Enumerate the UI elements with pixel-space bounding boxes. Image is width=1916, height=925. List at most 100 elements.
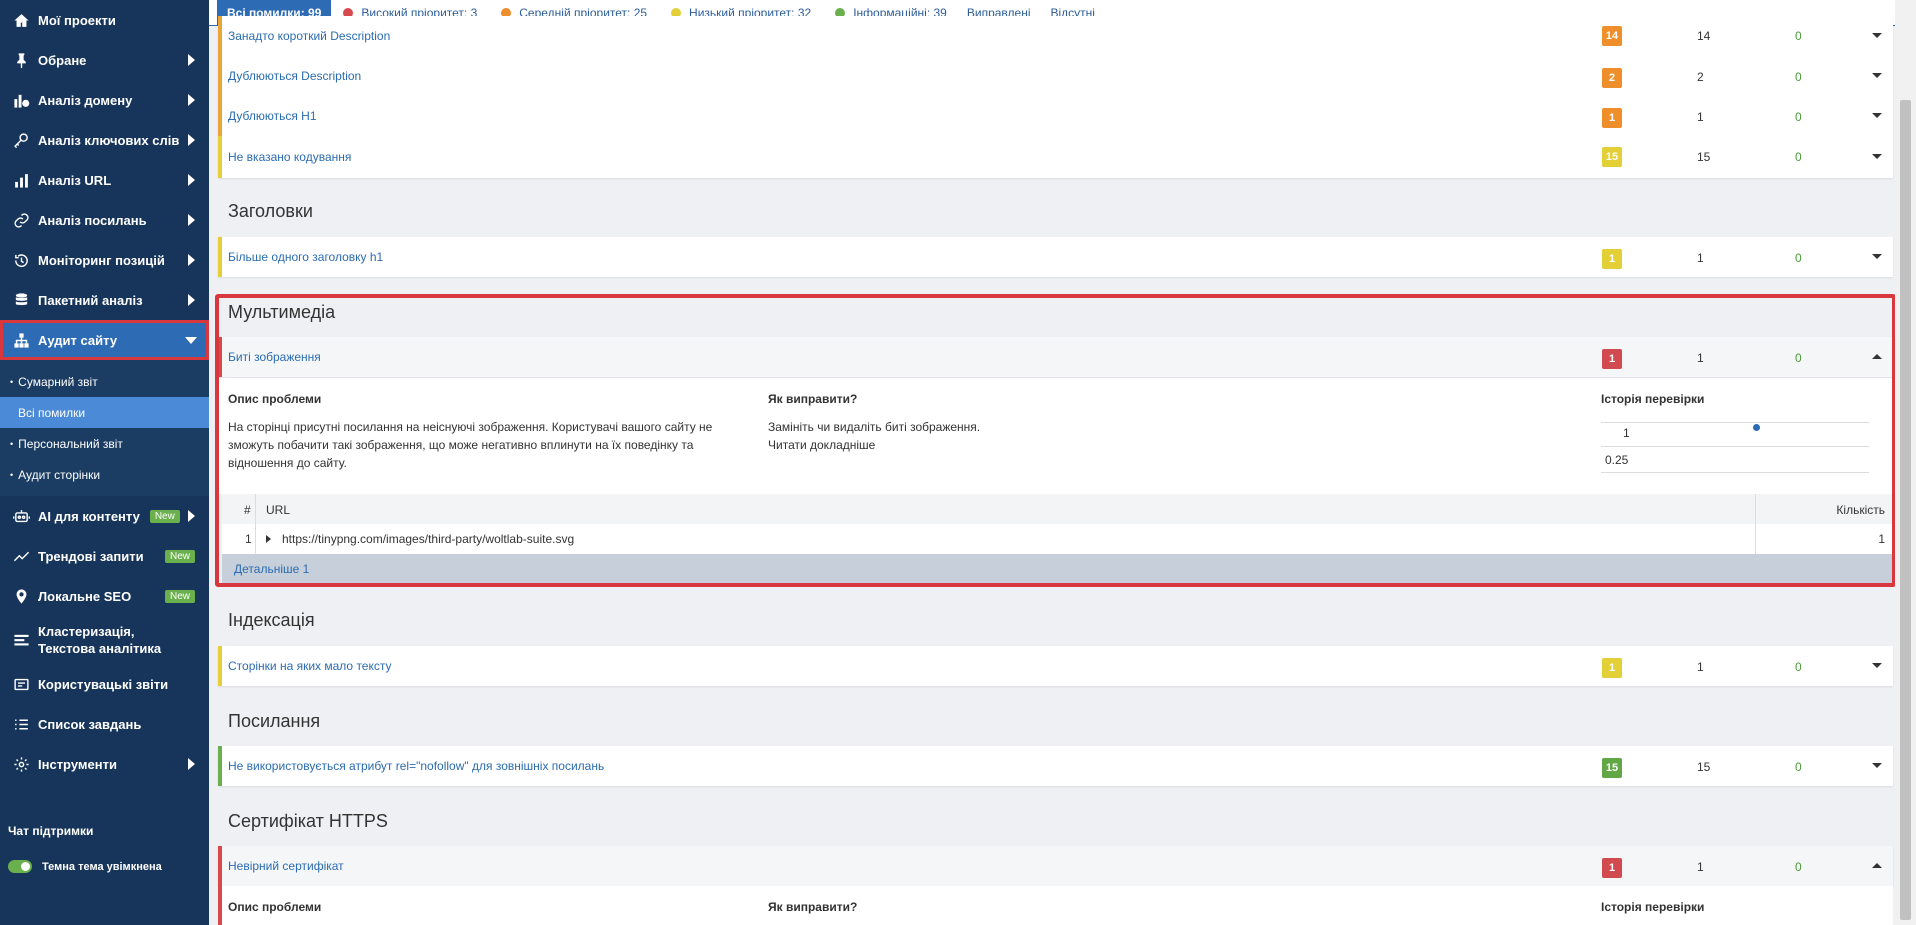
- error-title-link[interactable]: Дублюються H1: [228, 109, 317, 123]
- sidebar-item-domain-analysis[interactable]: Аналіз домену: [0, 80, 209, 120]
- error-title-link[interactable]: Дублюються Description: [228, 69, 361, 83]
- error-row[interactable]: Не вказано кодування 15 15 0: [218, 136, 1893, 178]
- error-fixed: 0: [1795, 860, 1802, 874]
- sidebar-item-label: Локальне SEO: [38, 588, 132, 604]
- error-row[interactable]: Сторінки на яких мало тексту 1 1 0: [218, 646, 1893, 686]
- pin-icon: [12, 51, 30, 69]
- subnav-all-errors[interactable]: Всі помилки: [0, 397, 209, 428]
- sidebar-item-label: Трендові запити: [38, 548, 144, 564]
- robot-icon: [12, 507, 30, 525]
- section-title-headers: Заголовки: [228, 201, 313, 221]
- error-fixed: 0: [1795, 29, 1802, 43]
- gear-icon: [12, 755, 30, 773]
- error-total: 1: [1697, 110, 1704, 124]
- new-badge: New: [164, 589, 195, 603]
- support-chat-link[interactable]: Чат підтримки: [8, 824, 93, 838]
- sidebar-item-link-analysis[interactable]: Аналіз посилань: [0, 200, 209, 240]
- sidebar-item-batch-analysis[interactable]: Пакетний аналіз: [0, 280, 209, 320]
- sidebar-item-custom-reports[interactable]: Користувацькі звіти: [0, 664, 209, 704]
- sidebar-item-keyword-analysis[interactable]: Аналіз ключових слів: [0, 120, 209, 160]
- report-icon: [12, 675, 30, 693]
- error-total: 14: [1697, 29, 1711, 43]
- new-badge: New: [149, 509, 180, 523]
- database-icon: [12, 291, 30, 309]
- sidebar-item-trending-queries[interactable]: Трендові запити New: [0, 536, 209, 576]
- expand-caret-icon[interactable]: [1872, 33, 1882, 38]
- sidebar-item-ai-content[interactable]: AI для контенту New: [0, 496, 209, 536]
- error-row[interactable]: Більше одного заголовку h1 1 1 0: [218, 237, 1893, 277]
- error-count-badge: 15: [1602, 758, 1622, 778]
- cluster-icon: [12, 631, 30, 649]
- expand-caret-icon[interactable]: [1872, 254, 1882, 259]
- section-title-indexing: Індексація: [228, 610, 315, 630]
- sidebar-item-label: AI для контенту: [38, 508, 140, 524]
- sidebar-item-label: Аналіз домену: [38, 92, 133, 108]
- expand-caret-icon[interactable]: [1872, 73, 1882, 78]
- sidebar-item-label: Аналіз ключових слів: [38, 132, 180, 148]
- error-title-link[interactable]: Занадто короткий Description: [228, 29, 390, 43]
- error-count-badge: 14: [1602, 26, 1622, 46]
- sidebar-item-local-seo[interactable]: Локальне SEO New: [0, 576, 209, 616]
- sidebar-item-site-audit[interactable]: Аудит сайту: [0, 320, 209, 360]
- error-total: 1: [1697, 251, 1704, 265]
- trend-icon: [12, 547, 30, 565]
- bar-chart-icon: [12, 171, 30, 189]
- page-scrollbar[interactable]: [1895, 0, 1916, 925]
- home-icon: [12, 11, 30, 29]
- section-title-https: Сертифікат HTTPS: [228, 811, 388, 831]
- sidebar-item-my-projects[interactable]: Мої проекти: [0, 0, 209, 40]
- sidebar-item-tools[interactable]: Інструменти: [0, 744, 209, 784]
- dark-theme-toggle[interactable]: Темна тема увімкнена: [8, 860, 162, 873]
- sidebar-item-label: Кластеризація, Текстова аналітика: [38, 624, 162, 656]
- error-row[interactable]: Занадто короткий Description 14 14 0: [218, 16, 1893, 56]
- error-count-badge: 1: [1602, 858, 1622, 878]
- error-fixed: 0: [1795, 110, 1802, 124]
- expand-caret-icon[interactable]: [1872, 113, 1882, 118]
- expand-caret-icon[interactable]: [1872, 763, 1882, 768]
- sidebar-item-label: Обране: [38, 52, 87, 68]
- expand-caret-icon[interactable]: [1872, 154, 1882, 159]
- sidebar-item-task-list[interactable]: Список завдань: [0, 704, 209, 744]
- toggle-switch[interactable]: [8, 860, 32, 873]
- error-row[interactable]: Дублюються H1 1 1 0: [218, 96, 1893, 136]
- error-total: 15: [1697, 760, 1711, 774]
- error-title-link[interactable]: Більше одного заголовку h1: [228, 250, 383, 264]
- expand-caret-icon[interactable]: [1872, 663, 1882, 668]
- error-title-link[interactable]: Сторінки на яких мало тексту: [228, 659, 392, 673]
- section-title-links: Посилання: [228, 711, 321, 731]
- sidebar-item-favorites[interactable]: Обране: [0, 40, 209, 80]
- domain-chart-icon: [12, 91, 30, 109]
- subnav-page-audit[interactable]: Аудит сторінки: [0, 459, 209, 490]
- error-fixed: 0: [1795, 760, 1802, 774]
- error-row[interactable]: Невірний сертифікат 1 1 0: [218, 846, 1893, 886]
- error-title-link[interactable]: Не використовується атрибут rel="nofollo…: [228, 759, 604, 773]
- error-fixed: 0: [1795, 150, 1802, 164]
- sitemap-icon: [12, 331, 30, 349]
- error-fixed: 0: [1795, 660, 1802, 674]
- chevron-right-icon: [188, 54, 195, 66]
- collapse-caret-icon[interactable]: [1872, 863, 1882, 868]
- sidebar-item-rank-monitoring[interactable]: Моніторинг позицій: [0, 240, 209, 280]
- list-icon: [12, 715, 30, 733]
- chevron-right-icon: [188, 94, 195, 106]
- sidebar-item-label: Мої проекти: [38, 12, 116, 28]
- sidebar-item-label: Інструменти: [38, 756, 117, 772]
- error-row[interactable]: Дублюються Description 2 2 0: [218, 56, 1893, 96]
- error-total: 15: [1697, 150, 1711, 164]
- how-to-fix-heading: Як виправити?: [768, 900, 858, 914]
- error-total: 1: [1697, 860, 1704, 874]
- error-row[interactable]: Не використовується атрибут rel="nofollo…: [218, 746, 1893, 786]
- sidebar-item-label: Користувацькі звіти: [38, 676, 169, 692]
- sidebar-item-clustering[interactable]: Кластеризація, Текстова аналітика: [0, 616, 209, 664]
- highlight-frame: [215, 294, 1896, 587]
- error-title-link[interactable]: Не вказано кодування: [228, 150, 351, 164]
- problem-description-heading: Опис проблеми: [228, 900, 322, 914]
- subnav-summary-report[interactable]: Сумарний звіт: [0, 366, 209, 397]
- chevron-right-icon: [188, 174, 195, 186]
- check-history-heading: Історія перевірки: [1601, 900, 1705, 914]
- scrollbar-thumb[interactable]: [1900, 100, 1911, 920]
- sidebar-item-url-analysis[interactable]: Аналіз URL: [0, 160, 209, 200]
- subnav-personal-report[interactable]: Персональний звіт: [0, 428, 209, 459]
- sidebar: Мої проекти Обране Аналіз домену Аналіз …: [0, 0, 209, 925]
- error-title-link[interactable]: Невірний сертифікат: [228, 859, 344, 873]
